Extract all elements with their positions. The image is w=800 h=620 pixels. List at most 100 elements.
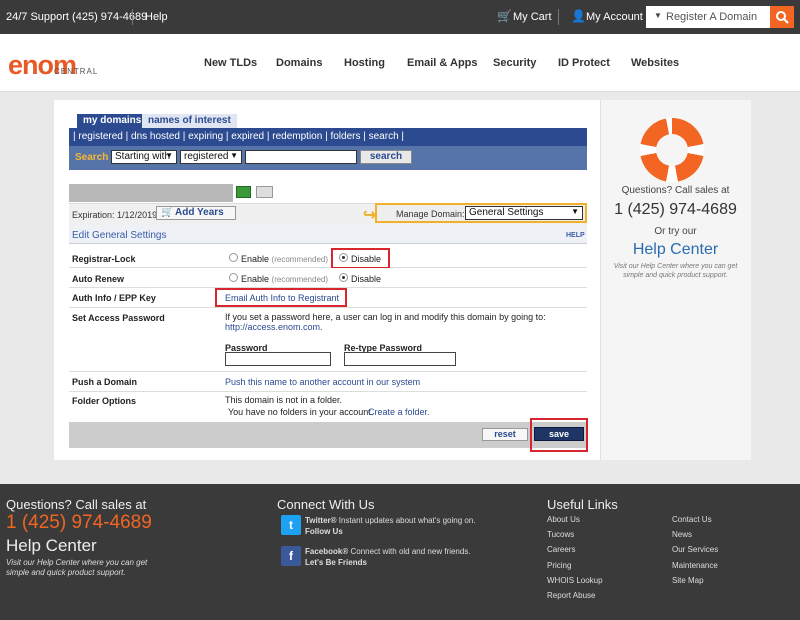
auto-renew-label: Auto Renew [72,274,125,284]
nav-domains[interactable]: Domains [276,57,322,69]
facebook-icon[interactable]: f [281,546,301,566]
nav-websites[interactable]: Websites [631,57,679,69]
enom-logo[interactable]: enom [8,50,77,81]
chevron-down-icon: ▼ [230,151,238,160]
domain-filter-links: | registered | dns hosted | expiring | e… [69,128,587,146]
auto-renew-disable-label: Disable [351,274,382,284]
facebook-desc: Connect with old and new friends. [350,547,471,556]
search-button[interactable]: search [360,150,412,164]
auto-renew-enable-radio[interactable] [229,273,238,282]
footer-link[interactable]: Site Map [672,576,704,585]
enable-text: Enable [241,274,270,284]
registrar-lock-enable-label: Enable (recommended) [241,254,328,264]
registrar-lock-disable-label: Disable [351,254,382,264]
manage-domain-value: General Settings [469,207,544,218]
search-mode-select[interactable]: Starting with ▼ [111,150,177,164]
sidebar-phone[interactable]: 1 (425) 974-4689 [600,201,751,219]
nav-security[interactable]: Security [493,57,536,69]
expiration-label-text: Expiration: [72,210,115,220]
folder-options-label: Folder Options [72,396,136,406]
useful-links-title: Useful Links [547,497,618,512]
user-icon: 👤 [571,9,586,23]
facebook-text: Facebook® Connect with old and new frien… [305,547,471,556]
save-button[interactable]: save [534,427,584,441]
create-folder-link[interactable]: Create a folder. [368,407,430,417]
tab-my-domains[interactable]: my domains [77,114,148,128]
footer-link[interactable]: WHOIS Lookup [547,576,603,585]
divider [558,9,559,25]
link-expired[interactable]: expired [231,131,264,142]
domain-name-redacted [69,184,233,202]
chevron-down-icon: ▼ [654,11,662,20]
nav-email-apps[interactable]: Email & Apps [407,57,478,69]
manage-domain-label: Manage Domain: [396,209,465,219]
twitter-name: Twitter® [305,516,337,525]
footer-help-center-link[interactable]: Help Center [6,536,97,556]
logo-subtitle: CENTRAL [54,67,99,76]
search-scope-select[interactable]: registered ▼ [180,150,242,164]
sidebar-or-try: Or try our [654,226,697,237]
email-auth-info-link[interactable]: Email Auth Info to Registrant [225,293,339,303]
manage-domain-select[interactable]: General Settings ▼ [465,206,583,220]
push-domain-link[interactable]: Push this name to another account in our… [225,377,420,387]
access-url-link[interactable]: http://access.enom.com. [225,322,323,332]
domain-cart-icon[interactable] [256,186,273,198]
tab-names-of-interest[interactable]: names of interest [142,114,237,128]
retype-password-input[interactable] [344,352,456,366]
footer-link[interactable]: Maintenance [672,561,718,570]
my-cart-link[interactable]: My Cart [513,11,552,23]
nav-hosting[interactable]: Hosting [344,57,385,69]
reset-button[interactable]: reset [482,428,528,441]
link-dns-hosted[interactable]: dns hosted [131,131,180,142]
search-query-input[interactable] [245,150,357,164]
domain-search-button[interactable] [770,6,794,28]
sidebar-desc-line2: simple and quick product support. [623,272,728,279]
footer-link[interactable]: Our Services [672,545,718,554]
footer-link[interactable]: Report Abuse [547,591,595,600]
nav-id-protect[interactable]: ID Protect [558,57,610,69]
footer-link[interactable]: Tucows [547,530,574,539]
auto-renew-disable-radio[interactable] [339,273,348,282]
link-folders[interactable]: folders [330,131,360,142]
link-search[interactable]: search [369,131,399,142]
cart-icon: 🛒 [161,207,174,218]
registrar-lock-enable-radio[interactable] [229,253,238,262]
footer-questions: Questions? Call sales at [6,497,147,512]
footer-link[interactable]: Careers [547,545,575,554]
push-domain-label: Push a Domain [72,377,138,387]
nav-new-tlds[interactable]: New TLDs [204,57,257,69]
password-input[interactable] [225,352,331,366]
access-password-label: Set Access Password [72,313,165,323]
link-registered[interactable]: registered [78,131,122,142]
help-link[interactable]: Help [145,11,168,23]
register-domain-input[interactable]: ▼ Register A Domain [646,6,770,28]
footer-link[interactable]: Contact Us [672,515,712,524]
help-link[interactable]: HELP [566,232,585,239]
twitter-follow-link[interactable]: Follow Us [305,527,343,536]
link-expiring[interactable]: expiring [188,131,223,142]
twitter-text: Twitter® Instant updates about what's go… [305,516,476,525]
add-years-button[interactable]: 🛒 Add Years [156,206,236,220]
footer-link[interactable]: Pricing [547,561,571,570]
search-scope-value: registered [184,151,229,162]
facebook-friends-link[interactable]: Let's Be Friends [305,558,367,567]
my-account-link[interactable]: My Account [586,11,643,23]
sidebar-help-center-link[interactable]: Help Center [600,241,751,259]
chevron-down-icon: ▼ [165,151,173,160]
support-phone[interactable]: 24/7 Support (425) 974-4689 [6,11,147,23]
auto-renew-enable-label: Enable (recommended) [241,274,328,284]
twitter-icon[interactable]: t [281,515,301,535]
auth-info-label: Auth Info / EPP Key [72,293,156,303]
arrow-icon: ↪ [363,207,377,224]
footer-desc-line2: simple and quick product support. [6,568,126,577]
footer-link[interactable]: News [672,530,692,539]
no-folders-text: You have no folders in your account. [228,407,374,417]
link-redemption[interactable]: redemption [272,131,322,142]
registrar-lock-label: Registrar-Lock [72,254,136,264]
connect-title: Connect With Us [277,497,375,512]
registrar-lock-disable-radio[interactable] [339,253,348,262]
chevron-down-icon: ▼ [571,207,579,216]
footer-link[interactable]: About Us [547,515,580,524]
footer-phone[interactable]: 1 (425) 974-4689 [6,512,152,534]
folder-status-text: This domain is not in a folder. [225,395,343,405]
